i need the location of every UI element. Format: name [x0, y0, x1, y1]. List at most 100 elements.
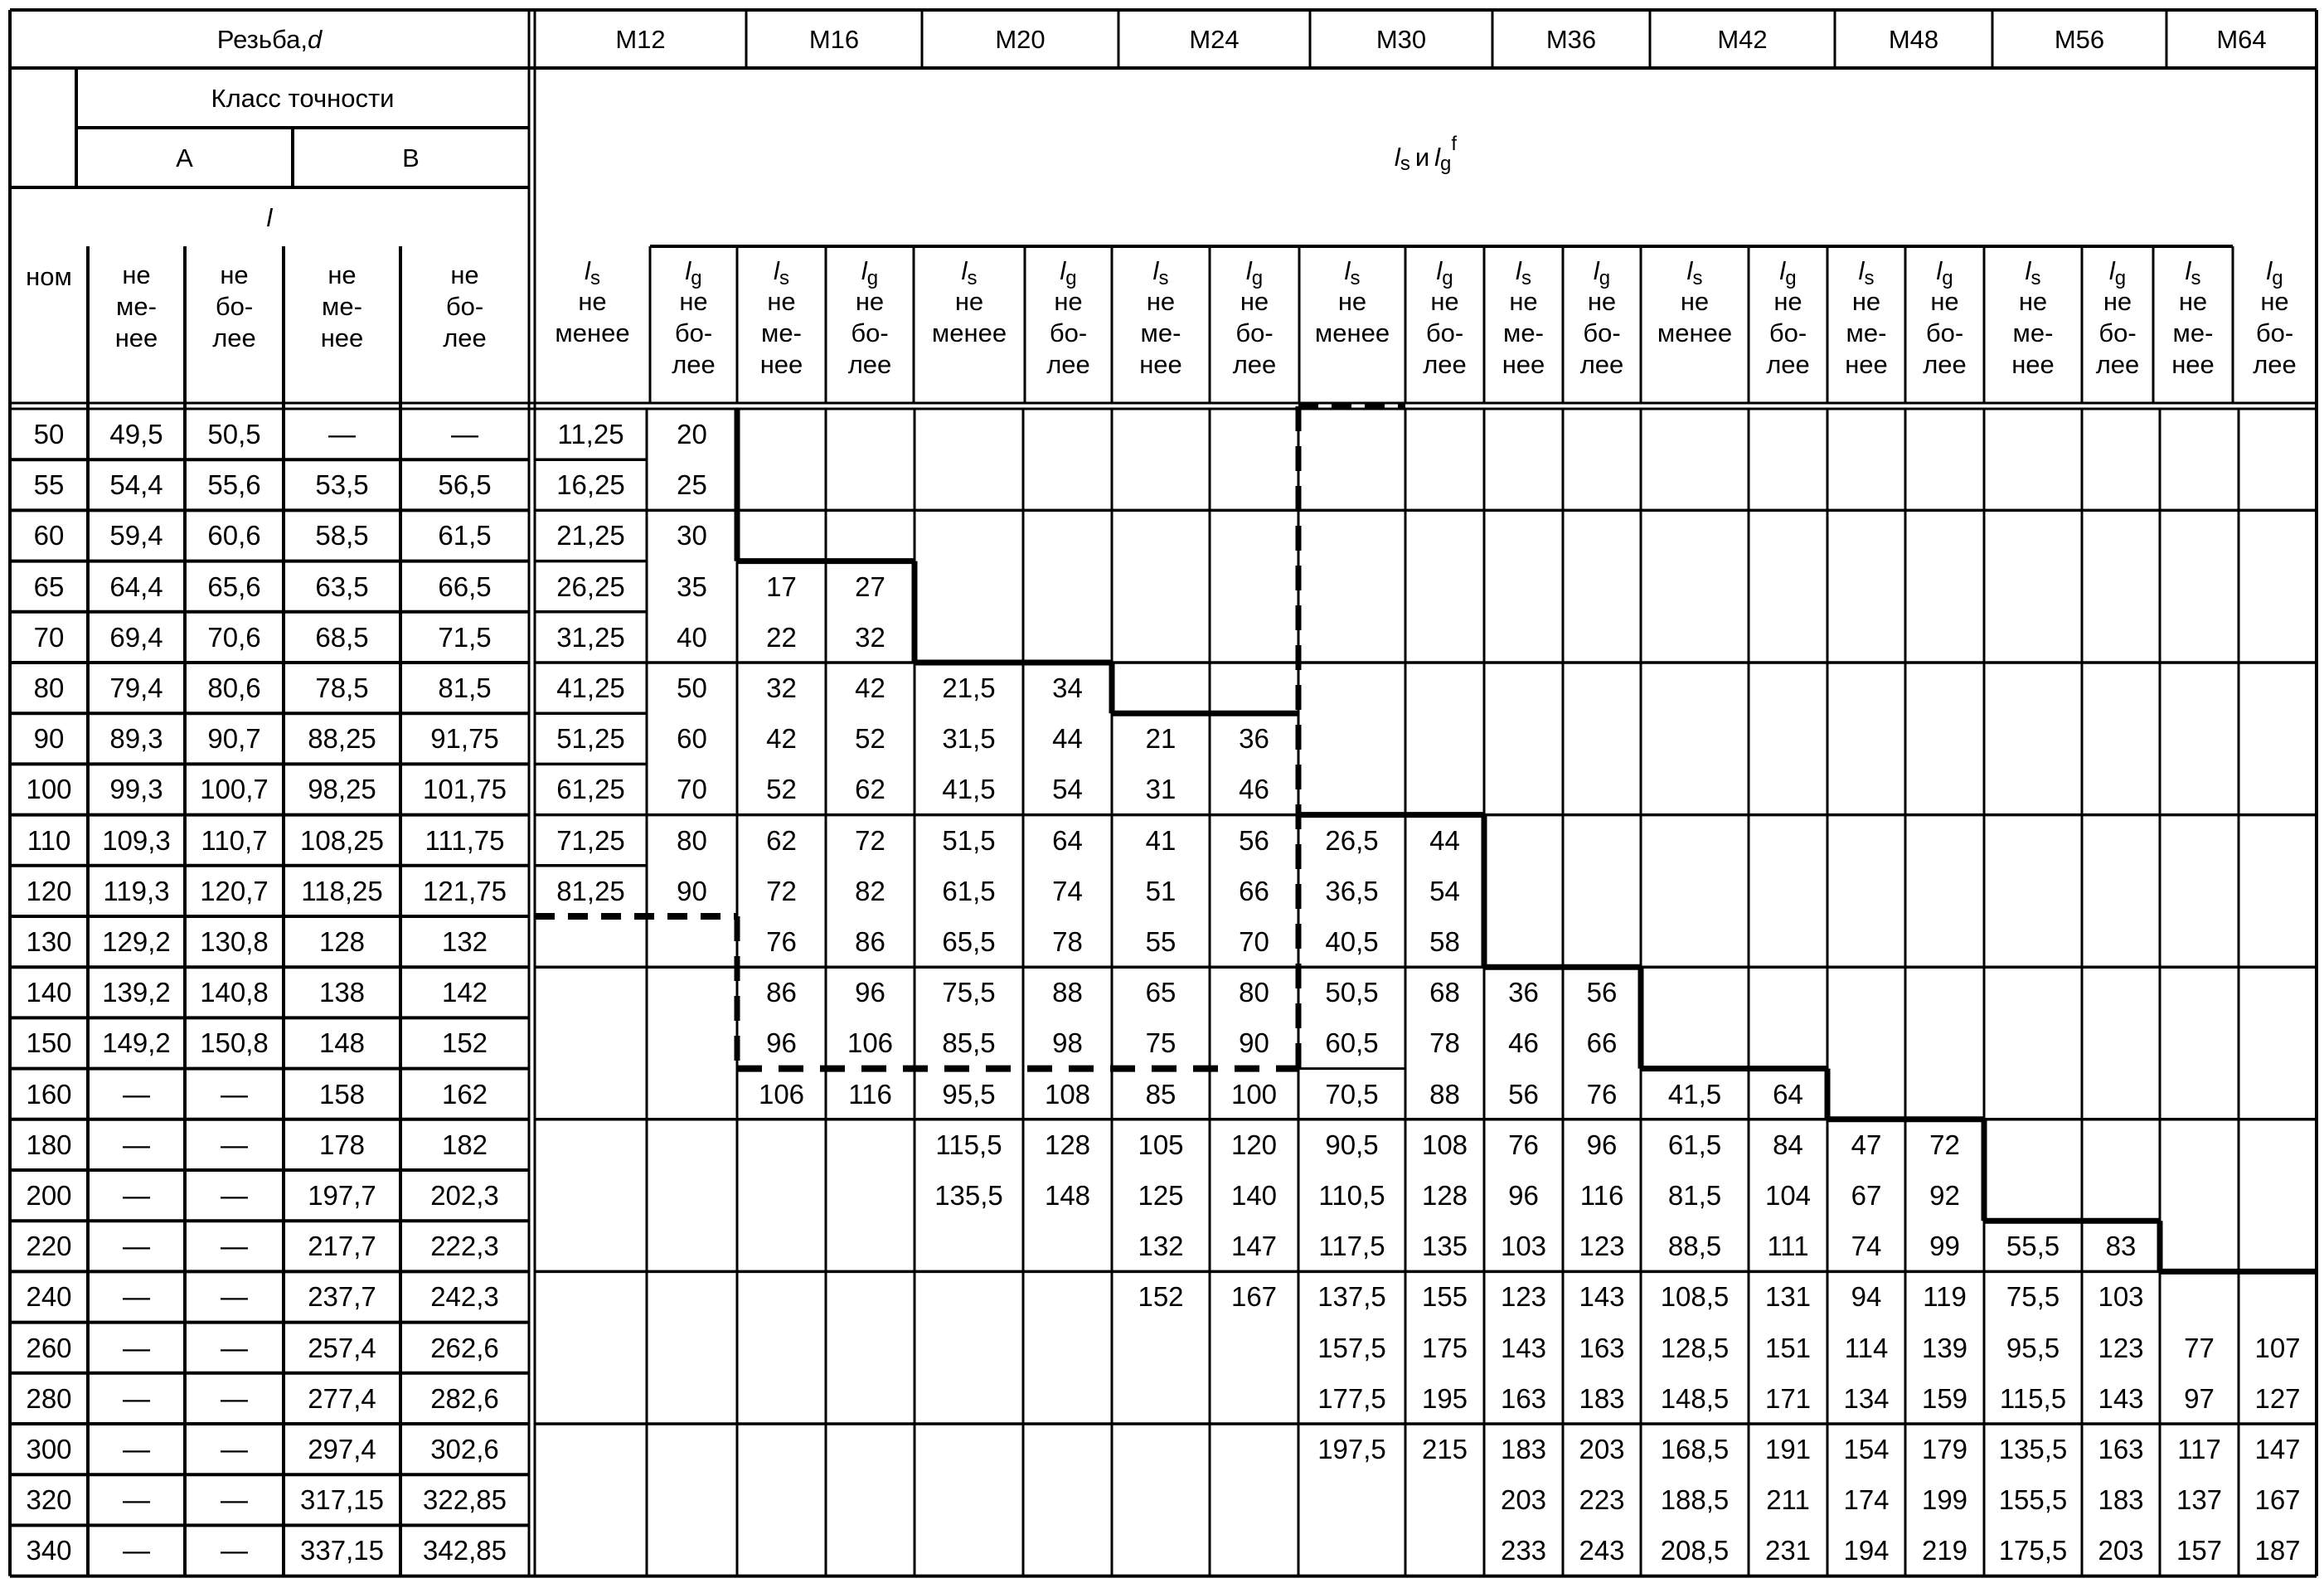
- ls-min-cell-m12: 71,25: [556, 824, 625, 856]
- class-b-max-cell: 132: [441, 926, 488, 958]
- ls-min-cell-m16: 96: [766, 1027, 797, 1059]
- limit-header-text: не: [327, 260, 357, 289]
- class-a-max-cell: —: [221, 1180, 248, 1212]
- ls-min-cell-m42: 88,5: [1667, 1231, 1722, 1262]
- subheader-ls: ls не менее: [1641, 249, 1749, 403]
- subheader-lg: lg не бо-лее: [1210, 249, 1299, 403]
- class-b-max-cell: 121,75: [423, 875, 507, 906]
- lg-max-cell-m64: 147: [2254, 1434, 2301, 1465]
- limit-header-text: бо-: [215, 292, 254, 321]
- ls-min-cell-m30: 70,5: [1325, 1078, 1379, 1110]
- lg-max-cell-m24: 66: [1239, 875, 1269, 906]
- lg-max-cell-m64: 187: [2254, 1535, 2301, 1566]
- ls-min-cell-m30: 40,5: [1325, 926, 1379, 958]
- lg-max-cell-m56: 143: [2098, 1382, 2144, 1414]
- lg-max-cell-m12: 20: [677, 419, 707, 450]
- lg-max-cell-m56: 183: [2098, 1484, 2144, 1516]
- class-a-min-cell: 139,2: [102, 977, 171, 1008]
- subheader-symbol: lg: [1060, 256, 1077, 289]
- lg-max-cell-m56: 83: [2105, 1231, 2137, 1262]
- class-b-min-cell: 197,7: [308, 1180, 376, 1212]
- ls-min-cell-m42: 108,5: [1660, 1281, 1730, 1313]
- lg-max-cell-m12: 30: [677, 520, 707, 551]
- lg-max-cell-m36: 183: [1579, 1382, 1625, 1414]
- lg-max-cell-m24: 80: [1239, 977, 1269, 1008]
- class-b-max-cell: 342,85: [423, 1535, 507, 1566]
- nominal-length-cell: 60: [33, 520, 65, 551]
- lg-max-cell-m16: 42: [855, 673, 885, 704]
- ls-min-cell-m30: 110,5: [1318, 1180, 1385, 1212]
- limit-header-text: лее: [443, 323, 487, 352]
- class-b-min-cell: 297,4: [308, 1434, 376, 1465]
- ls-min-cell-m20: 85,5: [942, 1027, 996, 1059]
- class-b-min-cell: 237,7: [308, 1281, 376, 1313]
- class-a-min-cell: 109,3: [102, 824, 171, 856]
- lg-max-cell-m16: 96: [855, 977, 885, 1008]
- thread-size-m30: M30: [1375, 24, 1427, 54]
- subheader-text: ме-: [1846, 318, 1887, 347]
- class-b-max-cell: 202,3: [430, 1180, 499, 1212]
- subheader-symbol: ls: [585, 256, 600, 289]
- class-b-max-cell: 66,5: [438, 571, 492, 602]
- class-a-max-cell: —: [221, 1434, 248, 1465]
- ls-min-cell-m42: 128,5: [1660, 1332, 1730, 1363]
- subheader-symbol: lg: [1779, 256, 1797, 289]
- subheader-text: не: [2018, 287, 2048, 316]
- ls-min-cell-m12: 81,25: [556, 875, 625, 906]
- lg-max-cell-m42: 111: [1767, 1231, 1809, 1262]
- nominal-length-cell: 80: [33, 673, 65, 704]
- lg-max-cell-m24: 90: [1239, 1027, 1269, 1059]
- lg-max-cell-m48: 99: [1929, 1231, 1960, 1262]
- class-b-max-cell: 242,3: [430, 1281, 499, 1313]
- nominal-length-cell: 50: [33, 419, 65, 450]
- class-a-max-cell: —: [221, 1281, 248, 1313]
- subheader-text: нее: [2011, 350, 2055, 379]
- subheader-text: лее: [672, 350, 716, 379]
- lg-max-cell-m30: 58: [1429, 926, 1460, 958]
- ls-min-cell-m48: 74: [1851, 1231, 1882, 1262]
- subheader-text: лее: [1423, 350, 1467, 379]
- ls-min-cell-m56: 135,5: [1998, 1434, 2068, 1465]
- subheader-text: менее: [1314, 318, 1390, 347]
- ls-min-cell-m36: 183: [1500, 1434, 1547, 1465]
- ls-min-cell-m36: 96: [1508, 1180, 1539, 1212]
- lg-max-cell-m12: 70: [677, 774, 707, 805]
- lg-max-cell-m64: 107: [2254, 1332, 2301, 1363]
- limit-header-text: бо-: [445, 292, 484, 321]
- subheader-text: бо-: [1768, 318, 1807, 347]
- ls-min-cell-m42: 148,5: [1660, 1382, 1730, 1414]
- nominal-length-cell: 55: [33, 469, 65, 501]
- class-b-min-cell: 138: [318, 977, 366, 1008]
- subheader-text: нее: [1139, 350, 1182, 379]
- ls-min-cell-m12: 16,25: [556, 469, 625, 501]
- subheader-ls: ls не менее: [914, 249, 1025, 403]
- class-b-max-cell: 142: [441, 977, 488, 1008]
- class-a-min-cell: 119,3: [103, 875, 170, 906]
- ls-min-cell-m36: 103: [1500, 1231, 1547, 1262]
- subheader-text: бо-: [1583, 318, 1621, 347]
- subheader-text: не: [2260, 287, 2289, 316]
- class-a-max-cell: —: [221, 1332, 248, 1363]
- class-a-max-cell: 55,6: [207, 469, 261, 501]
- ls-min-cell-m20: 95,5: [942, 1078, 996, 1110]
- class-a-max-cell: —: [221, 1535, 248, 1566]
- ls-min-cell-m16: 32: [766, 673, 797, 704]
- lg-max-cell-m24: 147: [1230, 1231, 1278, 1262]
- limit-header-text: не: [122, 260, 151, 289]
- subheader-symbol: ls: [1858, 256, 1875, 289]
- ls-min-cell-m16: 42: [766, 723, 797, 755]
- subheader-text: ме-: [2172, 318, 2214, 347]
- subheader-text: не: [1240, 287, 1269, 316]
- subheader-lg: lg не бо-лее: [2233, 249, 2317, 403]
- ls-min-cell-m36: 56: [1508, 1078, 1539, 1110]
- subheader-symbol: lg: [1245, 256, 1264, 289]
- subheader-text: не: [1337, 287, 1367, 316]
- ls-min-cell-m12: 41,25: [556, 673, 625, 704]
- class-b-min-cell: 63,5: [315, 571, 369, 602]
- class-a-min-cell: —: [123, 1484, 150, 1516]
- ls-min-cell-m30: 36,5: [1325, 875, 1379, 906]
- class-b-min-cell: 68,5: [315, 621, 369, 653]
- nominal-length-cell: 220: [26, 1231, 72, 1262]
- subheader-text: не: [954, 287, 984, 316]
- lg-max-cell-m20: 98: [1052, 1027, 1083, 1059]
